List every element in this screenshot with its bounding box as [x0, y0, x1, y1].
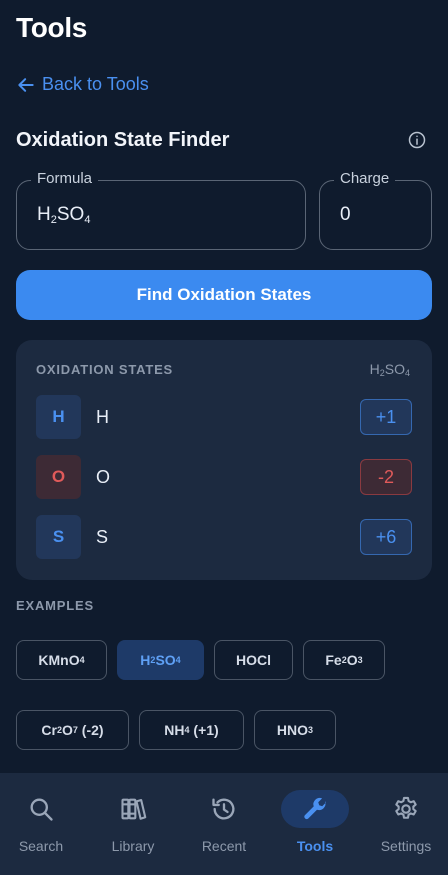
example-chip-hocl[interactable]: HOCl	[214, 640, 293, 680]
oxidation-state-badge: -2	[360, 459, 412, 495]
examples-heading: EXAMPLES	[16, 598, 94, 613]
example-chip-cr2o7[interactable]: Cr 2 O 7 (-2)	[16, 710, 129, 750]
wrench-icon	[304, 797, 327, 820]
books-icon	[121, 798, 147, 820]
nav-item-library[interactable]: Library	[88, 773, 178, 875]
back-to-tools-link[interactable]: Back to Tools	[16, 74, 149, 95]
element-badge: S	[36, 515, 81, 559]
page-title: Tools	[16, 12, 88, 43]
bottom-navigation: Search Library Recent Tools Settings	[0, 773, 448, 875]
arrow-left-icon	[18, 77, 34, 92]
element-badge: H	[36, 395, 81, 439]
oxidation-state-badge: +6	[360, 519, 412, 555]
charge-field[interactable]: Charge 0	[319, 170, 432, 250]
example-chip-h2so4[interactable]: H 2 SO 4	[117, 640, 204, 680]
nav-label-search: Search	[18, 838, 64, 854]
history-icon	[212, 798, 235, 820]
element-name: S	[96, 527, 109, 547]
example-chip-kmno4[interactable]: KMnO 4	[16, 640, 107, 680]
results-heading: OXIDATION STATES	[36, 362, 174, 377]
oxidation-states-card: OXIDATION STATES H2SO4 H H +1 O O -2 S S…	[16, 340, 432, 580]
nav-item-search[interactable]: Search	[0, 773, 86, 875]
section-title: Oxidation State Finder	[16, 129, 230, 151]
formula-input-value[interactable]: H2SO4	[37, 204, 90, 226]
results-formula: H2SO4	[369, 361, 410, 378]
oxidation-state-badge: +1	[360, 399, 412, 435]
back-link-label: Back to Tools	[42, 74, 149, 94]
app-root: Tools Back to Tools Oxidation State Find…	[0, 0, 448, 875]
element-name: H	[96, 407, 109, 427]
nav-item-settings[interactable]: Settings	[361, 773, 448, 875]
state-row-o: O O -2	[36, 455, 412, 499]
nav-label-library: Library	[111, 838, 155, 854]
nav-item-tools[interactable]: Tools	[270, 773, 360, 875]
nav-label-settings: Settings	[380, 838, 432, 854]
example-chip-hno3[interactable]: HNO 3	[254, 710, 336, 750]
formula-field[interactable]: Formula H2SO4	[16, 170, 306, 250]
example-chip-nh4[interactable]: NH 4 (+1)	[139, 710, 244, 750]
example-chip-fe2o3[interactable]: Fe 2 O 3	[303, 640, 385, 680]
search-icon	[30, 798, 53, 821]
state-row-s: S S +6	[36, 515, 412, 559]
gear-icon	[395, 796, 417, 819]
nav-label-tools: Tools	[296, 838, 334, 854]
charge-input-value[interactable]: 0	[340, 204, 351, 226]
element-name: O	[96, 467, 111, 487]
state-row-h: H H +1	[36, 395, 412, 439]
element-badge: O	[36, 455, 81, 499]
nav-label-recent: Recent	[201, 838, 247, 854]
info-icon[interactable]	[407, 130, 427, 150]
nav-item-recent[interactable]: Recent	[179, 773, 269, 875]
formula-field-label: Formula	[31, 170, 99, 187]
find-oxidation-states-button[interactable]: Find Oxidation States	[16, 270, 432, 320]
charge-field-label: Charge	[334, 170, 396, 187]
